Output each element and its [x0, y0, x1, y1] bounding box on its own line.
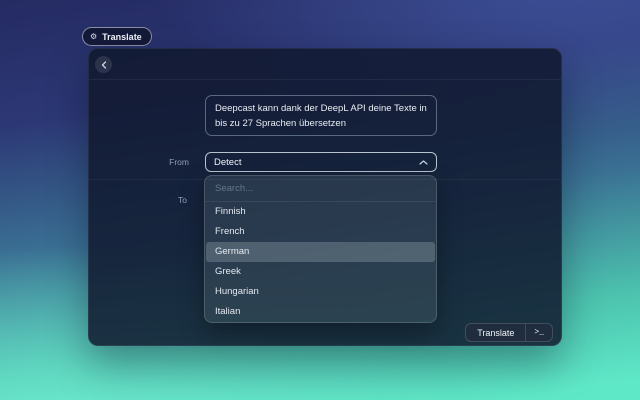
language-option-finnish[interactable]: Finnish	[205, 202, 436, 222]
window-header	[89, 49, 561, 80]
source-text-input[interactable]: Deepcast kann dank der DeepL API deine T…	[205, 95, 437, 136]
from-select-value: Detect	[214, 157, 241, 168]
language-search-input[interactable]	[215, 183, 426, 194]
translate-window: Deepcast kann dank der DeepL API deine T…	[88, 48, 562, 346]
language-dropdown: Finnish French German Greek Hungarian It…	[204, 175, 437, 323]
to-label: To	[89, 195, 187, 205]
chevron-left-icon	[101, 61, 107, 69]
app-badge-translate[interactable]: ⚙ Translate	[82, 27, 152, 46]
from-select[interactable]: Detect	[205, 152, 437, 172]
translate-button[interactable]: Translate	[466, 324, 525, 341]
app-badge-label: Translate	[102, 32, 142, 42]
from-label: From	[89, 157, 189, 167]
footer-button-group: Translate >_	[465, 323, 553, 342]
terminal-button[interactable]: >_	[526, 324, 552, 341]
gear-icon: ⚙	[90, 33, 97, 41]
language-option-italian[interactable]: Italian	[205, 302, 436, 322]
back-button[interactable]	[95, 56, 112, 73]
desktop-background: ⚙ Translate Deepcast kann dank der DeepL…	[0, 0, 640, 400]
language-option-greek[interactable]: Greek	[205, 262, 436, 282]
language-option-german[interactable]: German	[206, 242, 435, 262]
language-option-hungarian[interactable]: Hungarian	[205, 282, 436, 302]
language-option-french[interactable]: French	[205, 222, 436, 242]
chevron-up-icon	[419, 160, 428, 165]
language-search-row	[205, 176, 436, 202]
